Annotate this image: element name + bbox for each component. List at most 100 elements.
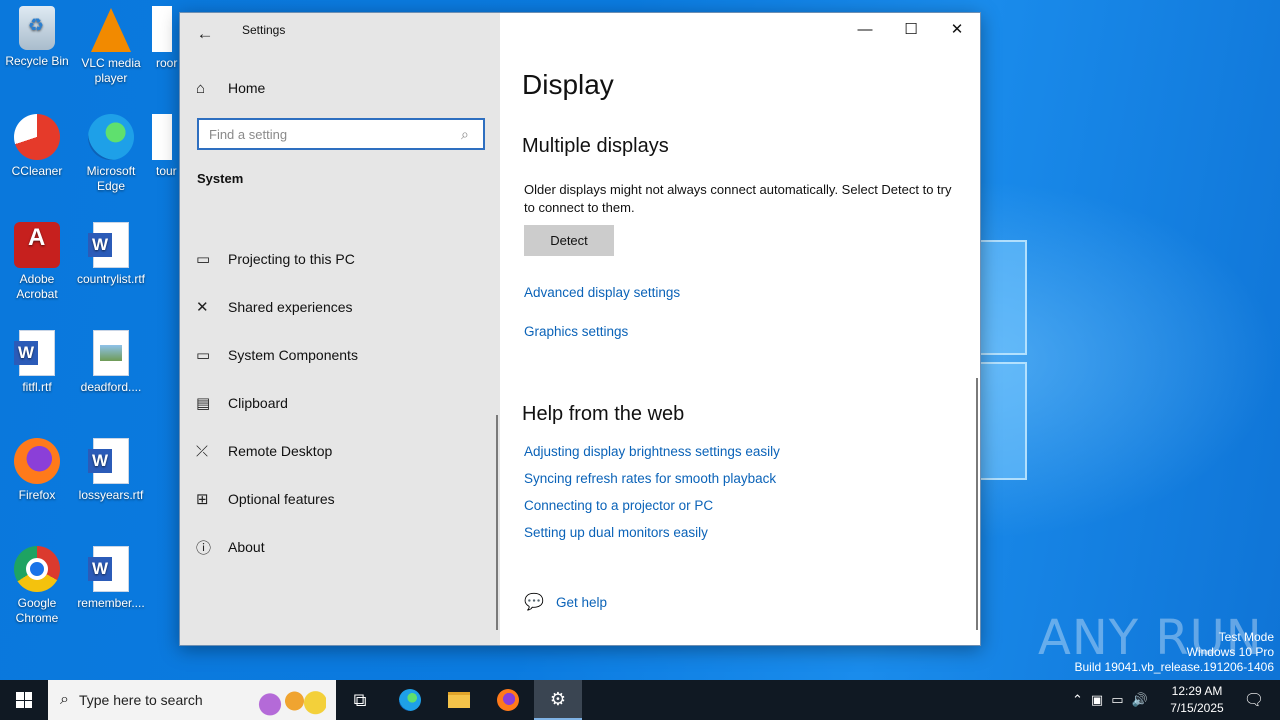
get-help-row[interactable]: 💬 Get help [524, 592, 607, 612]
nav-item-shared-experiences[interactable]: ✕ Shared experiences [196, 283, 492, 331]
advanced-display-settings-link[interactable]: Advanced display settings [524, 285, 680, 300]
task-view-button[interactable]: ⧉ [336, 680, 384, 720]
home-icon: ⌂ [196, 79, 206, 97]
desktop-icon-label: Recycle Bin [5, 54, 69, 68]
desktop-icon-recycle-bin[interactable]: Recycle Bin [0, 6, 74, 69]
test-mode-watermark: Test Mode Windows 10 Pro Build 19041.vb_… [1075, 630, 1275, 675]
nav-item-remote-desktop[interactable]: ⤫ Remote Desktop [196, 427, 492, 475]
desktop-icon-roor[interactable]: roor [148, 6, 180, 71]
taskbar-file-explorer[interactable] [435, 680, 483, 720]
nav-scrollbar[interactable] [496, 415, 498, 630]
desktop-icon-label: lossyears.rtf [78, 488, 144, 502]
gear-icon: ⚙ [549, 688, 567, 709]
firefox-icon [497, 689, 519, 711]
folder-icon [448, 692, 470, 708]
clipboard-icon: ▤ [196, 395, 211, 412]
notifications-button[interactable]: 🗨 [1236, 680, 1272, 720]
word-doc-icon [88, 438, 129, 484]
desktop-icon-ccleaner[interactable]: CCleaner [0, 114, 74, 179]
components-icon: ▭ [196, 347, 211, 364]
close-button[interactable]: ✕ [934, 13, 980, 45]
get-help-link[interactable]: Get help [556, 595, 607, 610]
detect-button[interactable]: Detect [524, 225, 614, 256]
nav-list: ▭ Projecting to this PC ✕ Shared experie… [196, 235, 492, 571]
clock[interactable]: 12:29 AM 7/15/2025 [1162, 683, 1232, 717]
nav-home-label: Home [228, 80, 266, 96]
window-controls: — ☐ ✕ [842, 13, 980, 45]
desktop-icon-label: VLC media player [81, 56, 141, 85]
desktop-icon-deadford[interactable]: deadford.... [74, 330, 148, 395]
desktop-icon-adobe-acrobat[interactable]: Adobe Acrobat [0, 222, 74, 302]
edge-icon [399, 689, 421, 711]
firefox-icon [14, 438, 60, 484]
chat-help-icon: 💬 [524, 594, 544, 611]
task-view-icon: ⧉ [353, 689, 367, 710]
device-icon[interactable]: ▣ [1091, 692, 1103, 708]
nav-home[interactable]: ⌂ Home [196, 75, 486, 101]
network-icon[interactable]: ▭ [1111, 692, 1123, 708]
content-scrollbar[interactable] [976, 378, 978, 630]
settings-search-input[interactable] [209, 126, 461, 142]
nav-item-system-components[interactable]: ▭ System Components [196, 331, 492, 379]
taskbar-edge[interactable] [386, 680, 434, 720]
help-link-brightness[interactable]: Adjusting display brightness settings ea… [524, 444, 780, 459]
help-link-dual-monitors[interactable]: Setting up dual monitors easily [524, 525, 708, 540]
desktop-icon-vlc[interactable]: VLC media player [74, 6, 148, 86]
nav-item-about[interactable]: ⓘ About [196, 523, 492, 571]
nav-item-optional-features[interactable]: ⊞ Optional features [196, 475, 492, 523]
settings-window: ← Settings ⌂ Home ⌕ System ▭ Projecting … [179, 12, 981, 646]
nav-item-label: About [228, 539, 265, 555]
start-button[interactable] [0, 680, 48, 720]
settings-search-box[interactable]: ⌕ [197, 118, 485, 150]
desktop-icon-microsoft-edge[interactable]: Microsoft Edge [74, 114, 148, 194]
multiple-displays-heading: Multiple displays [522, 135, 669, 157]
nav-item-label: System Components [228, 347, 358, 363]
info-icon: ⓘ [196, 539, 212, 557]
graphics-settings-link[interactable]: Graphics settings [524, 324, 628, 339]
window-title: Settings [242, 23, 286, 37]
taskbar-search-box[interactable]: ⌕ Type here to search [48, 680, 336, 720]
desktop-icon-label: remember.... [77, 596, 145, 610]
nav-item-label: Shared experiences [228, 299, 353, 315]
desktop-icon-label: roor [156, 56, 178, 70]
chevron-up-icon[interactable]: ⌃ [1072, 692, 1083, 708]
vlc-icon [91, 8, 131, 52]
desktop-icon-label: deadford.... [80, 380, 142, 394]
minimize-button[interactable]: — [842, 13, 888, 45]
desktop-icon-label: Adobe Acrobat [16, 272, 58, 301]
back-button[interactable]: ← [190, 19, 220, 49]
watermark-line: Windows 10 Pro [1186, 645, 1274, 659]
search-icon: ⌕ [60, 691, 69, 708]
image-file-icon [93, 330, 129, 376]
desktop-icon-fitfl[interactable]: fitfl.rtf [0, 330, 74, 395]
notification-icon: 🗨 [1243, 692, 1265, 709]
desktop-icon-google-chrome[interactable]: Google Chrome [0, 546, 74, 626]
nav-section-title: System [197, 171, 244, 186]
page-title: Display [522, 69, 614, 100]
projector-icon: ▭ [196, 251, 211, 268]
wallpaper-windows-logo [975, 240, 1030, 480]
help-link-refresh-rates[interactable]: Syncing refresh rates for smooth playbac… [524, 471, 776, 486]
nav-item-clipboard[interactable]: ▤ Clipboard [196, 379, 492, 427]
taskbar-firefox[interactable] [484, 680, 532, 720]
desktop-icon-label: CCleaner [11, 164, 63, 178]
taskbar: ⌕ Type here to search ⧉ ⚙ ⌃ ▣ ▭ 🔊 12:29 … [0, 680, 1280, 720]
desktop-icon-label: Firefox [18, 488, 56, 502]
desktop-icon-label: tour [156, 164, 177, 178]
nav-item-label: Projecting to this PC [228, 251, 355, 267]
taskbar-settings[interactable]: ⚙ [534, 680, 582, 720]
help-link-projector[interactable]: Connecting to a projector or PC [524, 498, 713, 513]
clock-time: 12:29 AM [1171, 684, 1223, 698]
nav-item-projecting[interactable]: ▭ Projecting to this PC [196, 235, 492, 283]
maximize-button[interactable]: ☐ [888, 13, 934, 45]
desktop-icon-lossyears[interactable]: lossyears.rtf [74, 438, 148, 503]
shared-icon: ✕ [196, 299, 209, 316]
desktop-icon-countrylist[interactable]: countrylist.rtf [74, 222, 148, 287]
word-doc-icon [88, 546, 129, 592]
desktop-icon-firefox[interactable]: Firefox [0, 438, 74, 503]
close-icon: ✕ [950, 21, 964, 38]
volume-icon[interactable]: 🔊 [1132, 692, 1148, 708]
windows-start-icon [16, 692, 32, 708]
desktop-icon-remember[interactable]: remember.... [74, 546, 148, 611]
desktop-icon-tour[interactable]: tour [148, 114, 180, 179]
